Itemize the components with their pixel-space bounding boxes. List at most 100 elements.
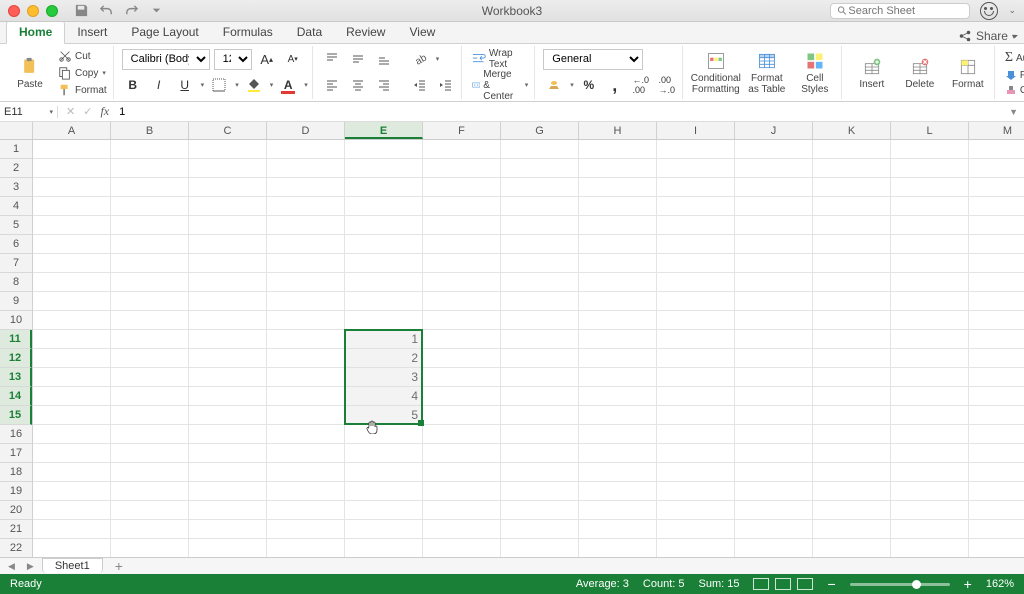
cell-A18[interactable] [33,463,111,482]
zoom-slider[interactable] [850,583,950,586]
cell-H1[interactable] [579,140,657,159]
cell-L5[interactable] [891,216,969,235]
cell-H17[interactable] [579,444,657,463]
cell-J12[interactable] [735,349,813,368]
cell-B13[interactable] [111,368,189,387]
cell-G1[interactable] [501,140,579,159]
cell-L14[interactable] [891,387,969,406]
cell-E18[interactable] [345,463,423,482]
cell-I8[interactable] [657,273,735,292]
cell-A10[interactable] [33,311,111,330]
cell-M10[interactable] [969,311,1024,330]
cell-L17[interactable] [891,444,969,463]
cell-D11[interactable] [267,330,345,349]
cell-D2[interactable] [267,159,345,178]
cell-A15[interactable] [33,406,111,425]
cell-M16[interactable] [969,425,1024,444]
cell-E21[interactable] [345,520,423,539]
decrease-font-button[interactable]: A▾ [282,48,304,70]
row-header-21[interactable]: 21 [0,520,32,539]
cell-M18[interactable] [969,463,1024,482]
row-header-20[interactable]: 20 [0,501,32,520]
column-header-L[interactable]: L [891,122,969,139]
cell-I10[interactable] [657,311,735,330]
tab-page-layout[interactable]: Page Layout [119,22,210,43]
increase-font-button[interactable]: A▴ [256,48,278,70]
cell-E9[interactable] [345,292,423,311]
cell-M1[interactable] [969,140,1024,159]
cell-F6[interactable] [423,235,501,254]
cell-A2[interactable] [33,159,111,178]
row-header-2[interactable]: 2 [0,159,32,178]
increase-decimal-button[interactable]: ←.0.00 [630,74,652,96]
cell-L13[interactable] [891,368,969,387]
search-sheet-box[interactable] [830,3,970,19]
cell-E15[interactable]: 5 [345,406,423,425]
cell-K4[interactable] [813,197,891,216]
cell-K14[interactable] [813,387,891,406]
paste-button[interactable]: Paste [8,46,52,100]
cell-M6[interactable] [969,235,1024,254]
clear-button[interactable]: Clear▾ [1003,83,1024,97]
cell-I17[interactable] [657,444,735,463]
column-header-G[interactable]: G [501,122,579,139]
normal-view-icon[interactable] [753,578,769,590]
expand-formula-bar-icon[interactable]: ▼ [1003,107,1024,117]
cell-E6[interactable] [345,235,423,254]
cell-H21[interactable] [579,520,657,539]
cell-G8[interactable] [501,273,579,292]
column-header-K[interactable]: K [813,122,891,139]
cell-L16[interactable] [891,425,969,444]
cell-M21[interactable] [969,520,1024,539]
cell-K13[interactable] [813,368,891,387]
decrease-decimal-button[interactable]: .00→.0 [656,74,678,96]
cell-H19[interactable] [579,482,657,501]
cell-J8[interactable] [735,273,813,292]
cell-J6[interactable] [735,235,813,254]
cell-F13[interactable] [423,368,501,387]
cell-L19[interactable] [891,482,969,501]
cell-G11[interactable] [501,330,579,349]
cell-B4[interactable] [111,197,189,216]
cell-E4[interactable] [345,197,423,216]
cell-G12[interactable] [501,349,579,368]
cell-A17[interactable] [33,444,111,463]
cell-G17[interactable] [501,444,579,463]
cell-C12[interactable] [189,349,267,368]
cell-B18[interactable] [111,463,189,482]
cell-H10[interactable] [579,311,657,330]
cell-I20[interactable] [657,501,735,520]
cell-E12[interactable]: 2 [345,349,423,368]
cell-L21[interactable] [891,520,969,539]
sheet-nav-prev[interactable]: ◀ [4,561,19,572]
cell-K9[interactable] [813,292,891,311]
cell-H16[interactable] [579,425,657,444]
cell-D10[interactable] [267,311,345,330]
cell-B22[interactable] [111,539,189,557]
select-all-corner[interactable] [0,122,33,140]
cell-L3[interactable] [891,178,969,197]
cell-E13[interactable]: 3 [345,368,423,387]
cell-D7[interactable] [267,254,345,273]
align-bottom-button[interactable] [373,48,395,70]
cell-C22[interactable] [189,539,267,557]
row-header-7[interactable]: 7 [0,254,32,273]
cell-K22[interactable] [813,539,891,557]
cell-G15[interactable] [501,406,579,425]
insert-cells-button[interactable]: Insert [850,46,894,100]
cell-B1[interactable] [111,140,189,159]
column-header-A[interactable]: A [33,122,111,139]
cell-L11[interactable] [891,330,969,349]
spreadsheet-grid[interactable]: ABCDEFGHIJKLM 12345678910111213141516171… [0,122,1024,557]
cell-H20[interactable] [579,501,657,520]
cell-I3[interactable] [657,178,735,197]
cell-A7[interactable] [33,254,111,273]
zoom-in-button[interactable]: + [964,576,972,592]
column-header-M[interactable]: M [969,122,1024,139]
cell-B16[interactable] [111,425,189,444]
row-header-11[interactable]: 11 [0,330,32,349]
cell-F5[interactable] [423,216,501,235]
cell-I7[interactable] [657,254,735,273]
row-header-13[interactable]: 13 [0,368,32,387]
cell-M4[interactable] [969,197,1024,216]
